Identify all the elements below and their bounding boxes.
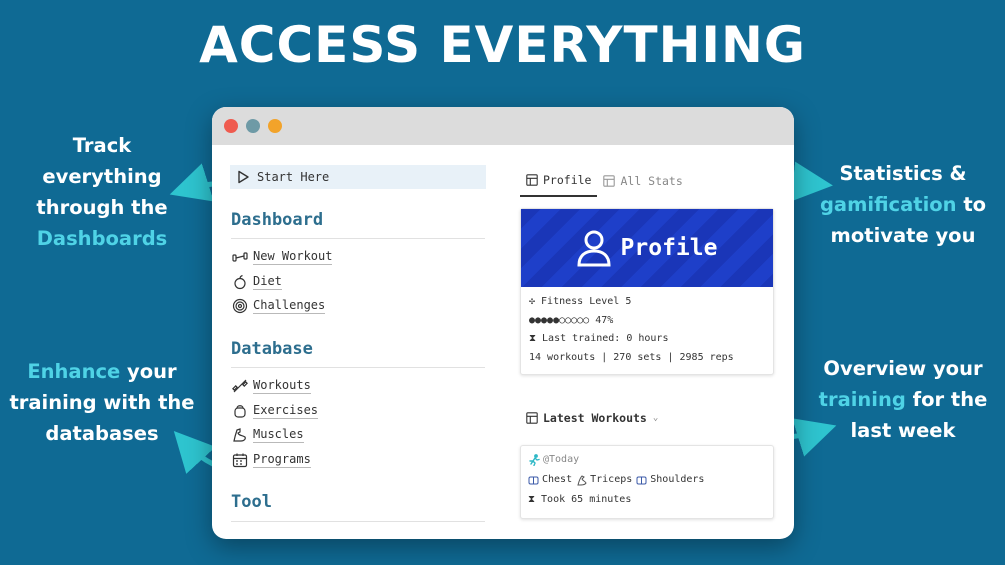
fitness-level: ✣ Fitness Level 5 xyxy=(529,296,632,307)
workout-card[interactable]: @Today Chest Triceps Shoulders ⧗ Took 65… xyxy=(520,445,774,519)
close-window-button[interactable] xyxy=(224,119,238,133)
section-title-database: Database xyxy=(231,339,313,359)
tab-profile[interactable]: Profile xyxy=(520,171,598,197)
sidebar-item-label: Workouts xyxy=(253,378,311,394)
tab-label: All Stats xyxy=(620,174,683,188)
callout-overview: Overview your training for the last week xyxy=(810,353,996,446)
level-progress: ●●●●●○○○○○ 47% xyxy=(529,314,614,326)
latest-workouts-title: Latest Workouts xyxy=(543,411,647,425)
minimize-window-button[interactable] xyxy=(246,119,260,133)
section-title-tool: Tool xyxy=(231,492,272,512)
view-tabs: Profile All Stats xyxy=(520,171,689,197)
sidebar-item-label: Challenges xyxy=(253,298,326,314)
callout-text: databases xyxy=(45,422,159,445)
triceps-icon xyxy=(577,474,587,486)
table-icon xyxy=(526,174,538,186)
divider xyxy=(231,367,485,368)
runner-icon xyxy=(529,454,540,466)
apple-icon xyxy=(234,274,246,290)
tab-all-stats[interactable]: All Stats xyxy=(597,171,688,197)
callout-databases: Enhance your training with the databases xyxy=(8,356,196,449)
start-here-label: Start Here xyxy=(257,170,330,184)
sidebar-item-diet[interactable]: Diet xyxy=(232,272,282,292)
callout-text: your xyxy=(120,360,177,383)
muscle-tag[interactable]: Shoulders xyxy=(650,470,704,490)
callout-highlight: Dashboards xyxy=(36,227,168,250)
callout-dashboards: Track everything through the Dashboards xyxy=(10,130,194,254)
maximize-window-button[interactable] xyxy=(268,119,282,133)
callout-highlight: training xyxy=(818,388,906,411)
sidebar-item-new-workout[interactable]: New Workout xyxy=(232,247,333,267)
divider xyxy=(231,238,485,239)
muscle-tag[interactable]: Chest xyxy=(542,470,572,490)
sidebar-item-muscles[interactable]: Muscles xyxy=(232,425,304,445)
table-icon xyxy=(603,175,616,187)
callout-text: Track everything xyxy=(42,134,162,188)
section-title-dashboard: Dashboard xyxy=(231,210,324,230)
calendar-icon xyxy=(232,453,248,468)
profile-card[interactable]: Profile ✣ Fitness Level 5 ●●●●●○○○○○ 47%… xyxy=(520,208,774,375)
sidebar-item-challenges[interactable]: Challenges xyxy=(232,296,326,316)
callout-text: motivate you xyxy=(830,224,976,247)
workout-duration: ⧗ Took 65 minutes xyxy=(528,494,632,505)
sidebar-item-label: Muscles xyxy=(253,427,304,443)
person-icon xyxy=(577,230,611,267)
barbell-icon xyxy=(232,379,248,393)
tab-label: Profile xyxy=(543,173,592,187)
sidebar-item-label: New Workout xyxy=(253,249,333,265)
sidebar-item-workouts[interactable]: Workouts xyxy=(232,376,311,396)
target-icon xyxy=(232,298,248,314)
callout-text: Statistics & xyxy=(839,162,967,185)
profile-banner: Profile xyxy=(521,209,773,287)
shoulders-icon xyxy=(636,476,647,484)
training-totals: 14 workouts | 270 sets | 2985 reps xyxy=(529,351,734,363)
sidebar-item-label: Programs xyxy=(253,452,311,468)
sidebar-item-programs[interactable]: Programs xyxy=(232,450,311,470)
profile-title: Profile xyxy=(620,235,718,261)
sidebar-item-exercises[interactable]: Exercises xyxy=(232,401,319,421)
sidebar-item-label: Diet xyxy=(253,274,282,290)
start-here-link[interactable]: Start Here xyxy=(230,165,486,189)
play-icon xyxy=(238,170,249,184)
latest-workouts-header[interactable]: Latest Workouts ⌄ xyxy=(526,411,658,425)
callout-highlight: gamification xyxy=(819,193,957,216)
headline: ACCESS EVERYTHING xyxy=(199,16,806,74)
callout-text: training with the xyxy=(9,391,195,414)
title-bar xyxy=(212,107,794,145)
callout-text: for the xyxy=(905,388,988,411)
chevron-down-icon[interactable]: ⌄ xyxy=(653,413,658,423)
callout-highlight: Enhance xyxy=(27,360,121,383)
callout-text: last week xyxy=(850,419,956,442)
callout-text: to xyxy=(956,193,987,216)
muscle-icon xyxy=(233,428,246,442)
dumbbell-icon xyxy=(232,252,248,262)
workout-date: @Today xyxy=(543,454,580,465)
callout-statistics: Statistics & gamification to motivate yo… xyxy=(808,158,998,251)
last-trained: ⧗ Last trained: 0 hours xyxy=(529,333,669,344)
callout-text: through the xyxy=(36,196,168,219)
divider xyxy=(231,521,485,522)
callout-text: Overview your xyxy=(823,357,983,380)
chest-icon xyxy=(528,476,539,484)
sidebar-item-label: Exercises xyxy=(253,403,319,419)
app-window: Start Here Dashboard New Workout Diet Ch… xyxy=(212,107,794,539)
kettlebell-icon xyxy=(234,405,246,418)
muscle-tag[interactable]: Triceps xyxy=(590,470,632,490)
table-icon xyxy=(526,412,538,424)
